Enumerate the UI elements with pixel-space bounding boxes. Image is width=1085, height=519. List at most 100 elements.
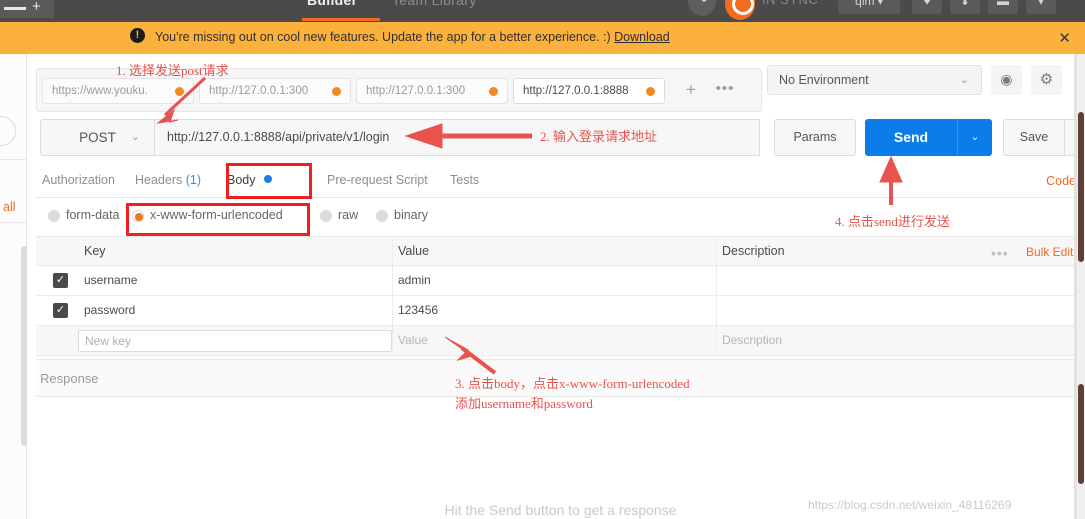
chevron-down-icon: ▾: [877, 0, 883, 8]
radio-form-data-label: form-data: [66, 208, 120, 222]
column-header-key: Key: [84, 244, 106, 258]
environment-selected-label: No Environment: [779, 73, 869, 87]
radio-circle-icon: [376, 210, 388, 222]
banner-text: You're missing out on cool new features.…: [155, 30, 611, 44]
annotation-3-line2: 添加username和password: [455, 396, 593, 411]
heart-icon: ♥: [923, 0, 931, 8]
app-header: + Builder Team Library IN SYNC qlm ▾ ♥ ⬇…: [0, 0, 1085, 22]
more-menu-button[interactable]: ▾: [1026, 0, 1056, 14]
request-tab-4-active[interactable]: http://127.0.0.1:8888: [513, 78, 665, 104]
tab-headers[interactable]: Headers (1): [135, 168, 201, 194]
radio-form-data[interactable]: form-data: [48, 208, 120, 222]
banner-download-link[interactable]: Download: [614, 30, 670, 44]
chevron-down-icon: ⌄: [130, 131, 140, 143]
sidebar-item-all[interactable]: all: [3, 200, 16, 214]
row-value-input[interactable]: 123456: [392, 296, 716, 326]
add-request-tab-button[interactable]: +: [677, 78, 705, 104]
row-description-input[interactable]: [716, 296, 1016, 326]
unsaved-dot-icon: [489, 87, 498, 96]
main-panel: https://www.youku. http://127.0.0.1:300 …: [36, 54, 1085, 519]
new-description-input[interactable]: Description: [716, 326, 1016, 356]
watermark: https://blog.csdn.net/weixin_48116269: [808, 498, 1012, 512]
row-key-input[interactable]: password: [78, 296, 392, 326]
sidebar-divider-2: [0, 222, 27, 223]
sync-icon[interactable]: [688, 0, 716, 16]
radio-binary[interactable]: binary: [376, 208, 428, 222]
table-row-new[interactable]: New key Value Description: [36, 326, 1085, 356]
user-menu-label: qlm: [855, 0, 875, 8]
table-row[interactable]: ✓ username admin: [36, 266, 1085, 296]
sidebar-divider: [0, 159, 27, 160]
request-tabs-more-button[interactable]: •••: [709, 78, 741, 104]
sidebar-strip: all: [0, 54, 28, 519]
tab-tests[interactable]: Tests: [450, 168, 479, 194]
checkbox-checked-icon[interactable]: ✓: [53, 273, 68, 288]
bulk-edit-link[interactable]: Bulk Edit: [1026, 245, 1073, 259]
bell-icon-button[interactable]: ⬇: [950, 0, 980, 14]
radio-raw[interactable]: raw: [320, 208, 358, 222]
environment-quick-look-button[interactable]: ◉: [991, 65, 1022, 95]
row-description-input[interactable]: [716, 266, 1016, 296]
tab-builder-underline: [302, 18, 380, 21]
send-button[interactable]: Send: [865, 119, 957, 156]
scrollbar-thumb[interactable]: [1078, 112, 1084, 262]
new-tab-bar: [4, 7, 26, 10]
close-icon[interactable]: ✕: [1058, 29, 1071, 47]
scrollbar-thumb-secondary[interactable]: [1078, 384, 1084, 484]
new-key-input[interactable]: New key: [78, 330, 392, 352]
user-menu-button[interactable]: qlm ▾: [838, 0, 900, 14]
gear-icon: ⚙: [1039, 71, 1054, 88]
chat-icon-button[interactable]: ▬: [988, 0, 1018, 14]
new-value-input[interactable]: Value: [392, 326, 716, 356]
row-key-input[interactable]: username: [78, 266, 392, 296]
request-tab-1[interactable]: https://www.youku.: [42, 78, 194, 104]
code-link[interactable]: Code: [1046, 174, 1076, 188]
request-section-tabs: Authorization Headers (1) Body Pre-reque…: [36, 162, 1085, 198]
tab-pre-request-script[interactable]: Pre-request Script: [327, 168, 428, 194]
new-tab-button[interactable]: +: [0, 0, 54, 18]
request-tab-3[interactable]: http://127.0.0.1:300: [356, 78, 508, 104]
request-tab-label: http://127.0.0.1:300: [209, 85, 309, 97]
url-input[interactable]: http://127.0.0.1:8888/api/private/v1/log…: [155, 119, 760, 156]
alert-icon: !: [130, 28, 145, 43]
request-tab-2[interactable]: http://127.0.0.1:300: [199, 78, 351, 104]
params-button[interactable]: Params: [774, 119, 856, 156]
table-more-button[interactable]: •••: [991, 245, 1009, 261]
radio-binary-label: binary: [394, 208, 429, 222]
http-method-select[interactable]: POST ⌄: [40, 119, 155, 156]
avatar: [0, 116, 16, 146]
annotation-3-line1: 3. 点击body，点击x-www-form-urlencoded: [455, 376, 690, 391]
tab-builder[interactable]: Builder: [307, 0, 357, 8]
annotation-highlight-urlencoded-radio: [126, 203, 310, 236]
sync-status-label: IN SYNC: [762, 0, 818, 7]
radio-circle-icon: [320, 210, 332, 222]
table-header-row: Key Value Description ••• Bulk Edit: [36, 236, 1085, 267]
send-options-button[interactable]: ⌄: [957, 119, 992, 156]
environment-settings-button[interactable]: ⚙: [1031, 65, 1062, 95]
row-checkbox-cell[interactable]: ✓: [48, 266, 78, 296]
column-header-description: Description: [722, 244, 785, 258]
environment-select[interactable]: No Environment ⌄: [767, 65, 982, 95]
save-button[interactable]: Save: [1003, 119, 1065, 156]
plus-icon: +: [32, 0, 41, 15]
unsaved-dot-icon: [332, 87, 341, 96]
radio-circle-icon: [48, 210, 60, 222]
response-label: Response: [40, 371, 99, 386]
table-row[interactable]: ✓ password 123456: [36, 296, 1085, 326]
request-tab-label: https://www.youku.: [52, 85, 148, 97]
tab-authorization[interactable]: Authorization: [42, 168, 115, 194]
request-tab-label: http://127.0.0.1:8888: [523, 85, 629, 97]
request-tab-label: http://127.0.0.1:300: [366, 85, 466, 97]
bell-icon: ⬇: [959, 0, 971, 8]
annotation-2: 2. 输入登录请求地址: [540, 129, 658, 144]
checkbox-checked-icon[interactable]: ✓: [53, 303, 68, 318]
annotation-1: 1. 选择发送post请求: [116, 63, 229, 78]
tab-headers-label: Headers: [135, 173, 183, 187]
row-value-input[interactable]: admin: [392, 266, 716, 296]
chevron-down-icon: ▾: [1037, 0, 1045, 8]
row-checkbox-cell[interactable]: ✓: [48, 296, 78, 326]
page-scrollbar[interactable]: [1077, 54, 1085, 519]
tab-team-library[interactable]: Team Library: [392, 0, 477, 8]
chevron-down-icon: ⌄: [959, 74, 969, 86]
heart-icon-button[interactable]: ♥: [912, 0, 942, 14]
